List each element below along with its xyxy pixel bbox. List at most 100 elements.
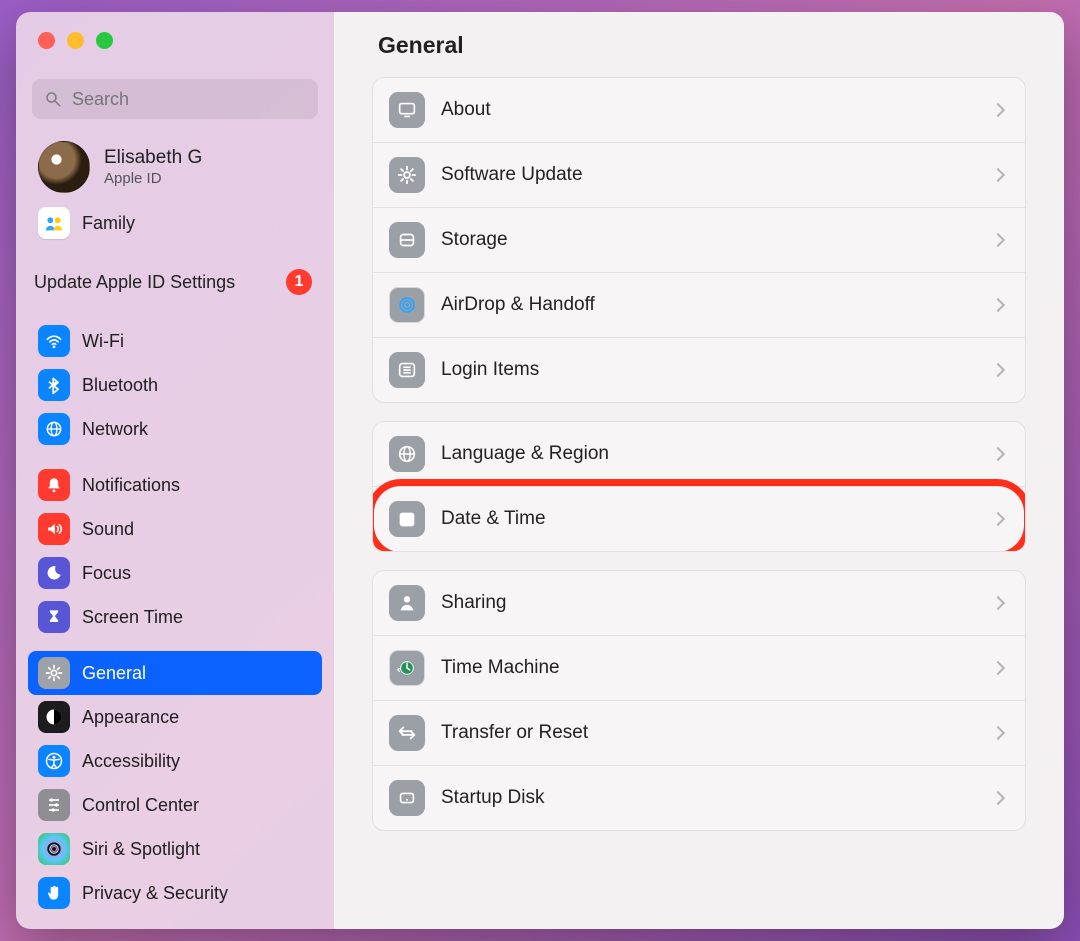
accessibility-icon <box>38 745 70 777</box>
settings-row-label: Login Items <box>441 359 977 381</box>
globe-icon <box>38 413 70 445</box>
avatar <box>38 141 90 193</box>
sidebar-item-label: Sound <box>82 519 134 540</box>
chevron-right-icon <box>991 233 1005 247</box>
list-icon <box>389 352 425 388</box>
sidebar-item-bluetooth[interactable]: Bluetooth <box>28 363 322 407</box>
gear-icon <box>38 657 70 689</box>
sidebar-item-sound[interactable]: Sound <box>28 507 322 551</box>
chevron-right-icon <box>991 363 1005 377</box>
sliders-icon <box>38 789 70 821</box>
startup-icon <box>389 780 425 816</box>
sidebar-item-siri-spotlight[interactable]: Siri & Spotlight <box>28 827 322 871</box>
sidebar-item-label: Notifications <box>82 475 180 496</box>
settings-row-sharing[interactable]: Sharing <box>373 571 1025 635</box>
timemachine-icon <box>389 650 425 686</box>
family-label: Family <box>82 213 135 234</box>
alert-badge: 1 <box>286 269 312 295</box>
settings-section: AboutSoftware Update Storage AirDrop & Han… <box>372 77 1026 403</box>
sidebar-item-label: Control Center <box>82 795 199 816</box>
settings-row-airdrop-handoff[interactable]: AirDrop & Handoff <box>373 272 1025 337</box>
disk-icon <box>389 222 425 258</box>
chevron-right-icon <box>991 512 1005 526</box>
settings-row-label: AirDrop & Handoff <box>441 294 977 316</box>
profile-name: Elisabeth G <box>104 146 202 170</box>
sidebar-item-screen-time[interactable]: Screen Time <box>28 595 322 639</box>
settings-row-date-time[interactable]: Date & Time <box>373 486 1025 551</box>
sidebar-item-family[interactable]: Family <box>16 199 334 251</box>
settings-row-storage[interactable]: Storage <box>373 207 1025 272</box>
settings-row-label: Storage <box>441 229 977 251</box>
sidebar-item-network[interactable]: Network <box>28 407 322 451</box>
sidebar-item-appearance[interactable]: Appearance <box>28 695 322 739</box>
chevron-right-icon <box>991 298 1005 312</box>
sidebar-item-label: Appearance <box>82 707 179 728</box>
sidebar-item-general[interactable]: General <box>28 651 322 695</box>
zoom-icon[interactable] <box>96 32 113 49</box>
sidebar-item-label: General <box>82 663 146 684</box>
sound-icon <box>38 513 70 545</box>
system-settings-window: Elisabeth G Apple ID Family Update Apple… <box>16 12 1064 929</box>
search-icon <box>44 90 62 108</box>
main-panel: General AboutSoftware UpdateStorageAirDr… <box>334 12 1064 929</box>
siri-icon <box>38 833 70 865</box>
sidebar: Elisabeth G Apple ID Family Update Apple… <box>16 12 334 929</box>
settings-row-label: Startup Disk <box>441 787 977 809</box>
profile-sub: Apple ID <box>104 170 202 189</box>
hand-icon <box>38 877 70 909</box>
window-controls <box>16 12 334 49</box>
hourglass-icon <box>38 601 70 633</box>
appearance-icon <box>38 701 70 733</box>
globe-icon <box>389 436 425 472</box>
settings-row-about[interactable]: About <box>373 78 1025 142</box>
chevron-right-icon <box>991 791 1005 805</box>
search-field[interactable] <box>32 79 318 119</box>
settings-row-language-region[interactable]: Language & Region <box>373 422 1025 486</box>
sidebar-group-network: Wi-Fi Bluetooth Network <box>16 313 334 457</box>
transfer-icon <box>389 715 425 751</box>
settings-row-label: Date & Time <box>441 508 977 530</box>
sidebar-item-label: Siri & Spotlight <box>82 839 200 860</box>
chevron-right-icon <box>991 726 1005 740</box>
sidebar-item-privacy-security[interactable]: Privacy & Security <box>28 871 322 915</box>
close-icon[interactable] <box>38 32 55 49</box>
sidebar-item-label: Bluetooth <box>82 375 158 396</box>
sidebar-item-control-center[interactable]: Control Center <box>28 783 322 827</box>
search-input[interactable] <box>70 88 306 111</box>
bell-icon <box>38 469 70 501</box>
settings-row-label: Transfer or Reset <box>441 722 977 744</box>
settings-row-software-update[interactable]: Software Update <box>373 142 1025 207</box>
settings-row-transfer-or-reset[interactable]: Transfer or Reset <box>373 700 1025 765</box>
settings-section: Sharing Time Machine Transfer or Reset Star… <box>372 570 1026 831</box>
minimize-icon[interactable] <box>67 32 84 49</box>
sidebar-item-label: Accessibility <box>82 751 180 772</box>
sharing-icon <box>389 585 425 621</box>
sidebar-item-label: Network <box>82 419 148 440</box>
apple-id-profile[interactable]: Elisabeth G Apple ID <box>16 127 334 199</box>
sidebar-item-label: Screen Time <box>82 607 183 628</box>
chevron-right-icon <box>991 661 1005 675</box>
sidebar-item-accessibility[interactable]: Accessibility <box>28 739 322 783</box>
chevron-right-icon <box>991 168 1005 182</box>
settings-row-label: Time Machine <box>441 657 977 679</box>
airdrop-icon <box>389 287 425 323</box>
chevron-right-icon <box>991 596 1005 610</box>
chevron-right-icon <box>991 103 1005 117</box>
sidebar-item-notifications[interactable]: Notifications <box>28 463 322 507</box>
sidebar-item-label: Wi-Fi <box>82 331 124 352</box>
sidebar-group-focus: Notifications Sound Focus Screen Time <box>16 457 334 645</box>
settings-row-startup-disk[interactable]: Startup Disk <box>373 765 1025 830</box>
sidebar-item-focus[interactable]: Focus <box>28 551 322 595</box>
settings-row-time-machine[interactable]: Time Machine <box>373 635 1025 700</box>
bluetooth-icon <box>38 369 70 401</box>
update-apple-id-settings[interactable]: Update Apple ID Settings 1 <box>16 251 334 313</box>
gear-icon <box>389 157 425 193</box>
wifi-icon <box>38 325 70 357</box>
sidebar-item-label: Focus <box>82 563 131 584</box>
settings-section: Language & Region Date & Time <box>372 421 1026 552</box>
settings-row-label: Sharing <box>441 592 977 614</box>
sidebar-item-wi-fi[interactable]: Wi-Fi <box>28 319 322 363</box>
display-icon <box>389 92 425 128</box>
chevron-right-icon <box>991 447 1005 461</box>
settings-row-login-items[interactable]: Login Items <box>373 337 1025 402</box>
